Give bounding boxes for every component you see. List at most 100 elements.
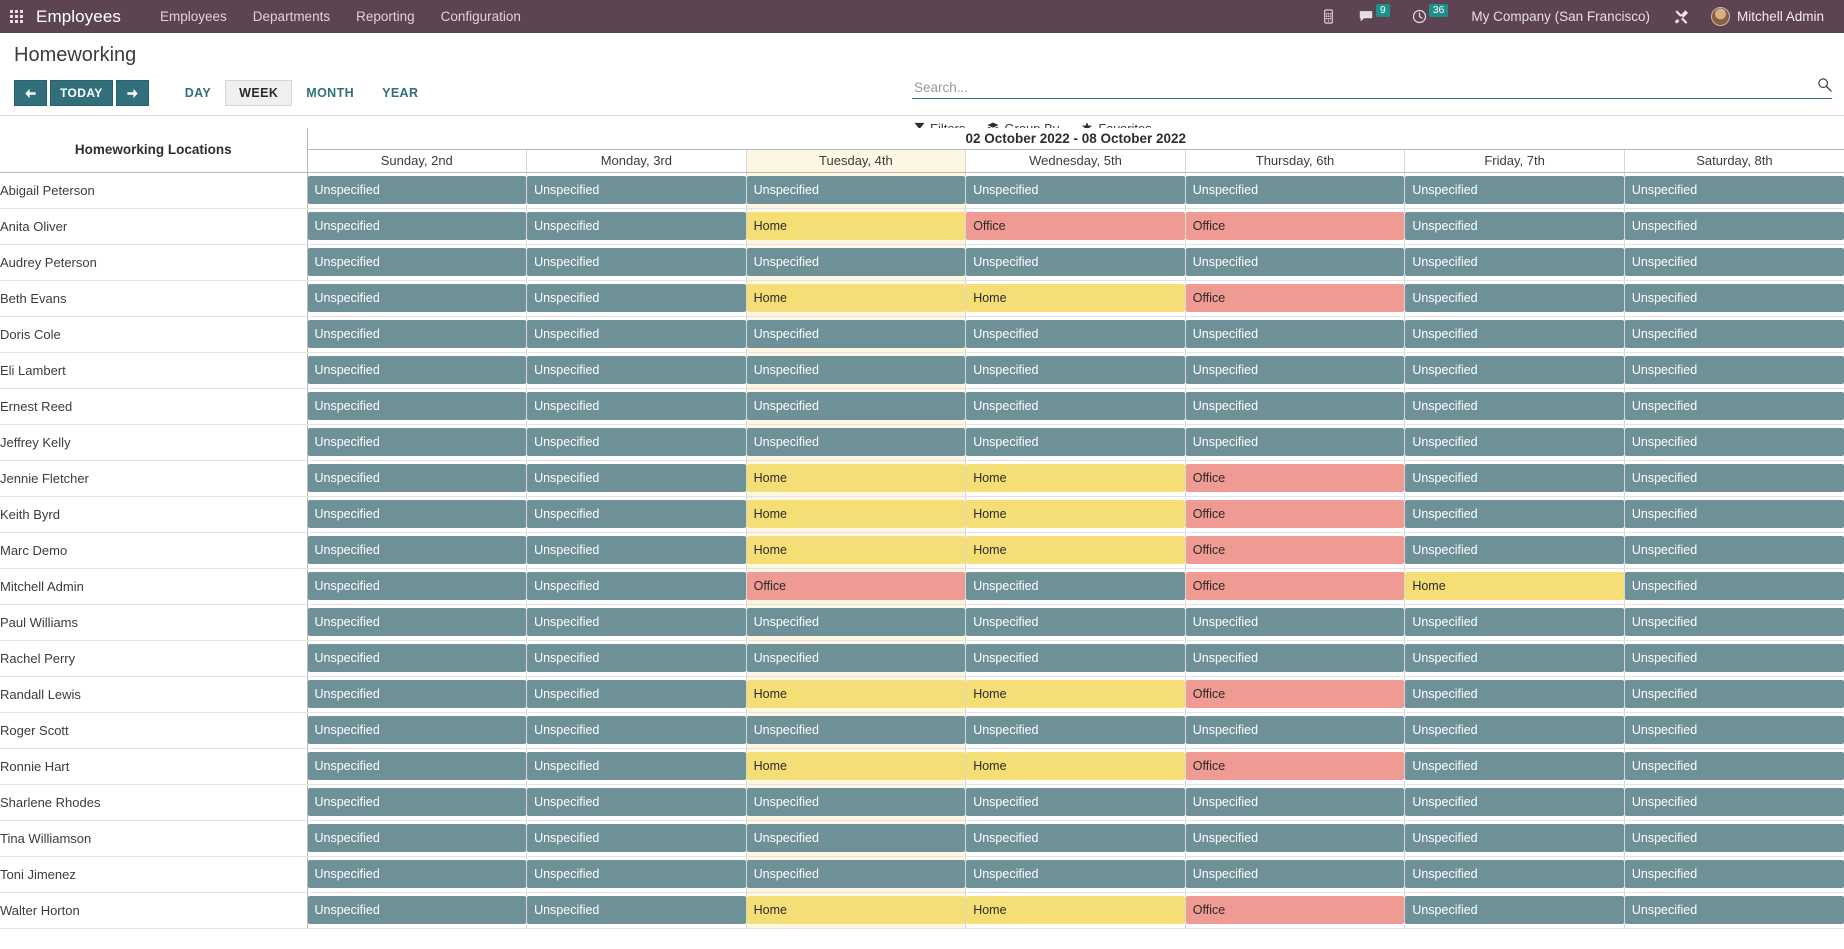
homeworking-pill[interactable]: Unspecified [527, 284, 746, 312]
gantt-slot[interactable]: Unspecified [527, 604, 747, 640]
gantt-slot[interactable]: Unspecified [1624, 676, 1844, 712]
homeworking-pill[interactable]: Unspecified [1625, 464, 1844, 492]
homeworking-pill[interactable]: Unspecified [1405, 356, 1624, 384]
gantt-slot[interactable]: Unspecified [966, 712, 1186, 748]
homeworking-pill[interactable]: Unspecified [1405, 608, 1624, 636]
homeworking-pill[interactable]: Unspecified [747, 644, 966, 672]
gantt-slot[interactable]: Unspecified [527, 568, 747, 604]
homeworking-pill[interactable]: Unspecified [1625, 608, 1844, 636]
gantt-slot[interactable]: Unspecified [1624, 316, 1844, 352]
homeworking-pill[interactable]: Unspecified [308, 860, 527, 888]
homeworking-pill[interactable]: Unspecified [1625, 860, 1844, 888]
homeworking-pill[interactable]: Unspecified [747, 248, 966, 276]
homeworking-pill[interactable]: Unspecified [966, 428, 1185, 456]
homeworking-pill[interactable]: Home [966, 680, 1185, 708]
homeworking-pill[interactable]: Unspecified [308, 824, 527, 852]
gantt-slot[interactable]: Unspecified [1405, 244, 1625, 280]
employee-name-cell[interactable]: Beth Evans [0, 280, 307, 316]
gantt-slot[interactable]: Unspecified [1624, 208, 1844, 244]
gantt-slot[interactable]: Unspecified [307, 316, 527, 352]
homeworking-pill[interactable]: Office [1186, 212, 1405, 240]
homeworking-pill[interactable]: Office [1186, 572, 1405, 600]
activities-clock-icon[interactable]: 36 [1401, 0, 1460, 33]
homeworking-pill[interactable]: Unspecified [527, 356, 746, 384]
homeworking-pill[interactable]: Unspecified [1625, 356, 1844, 384]
gantt-slot[interactable]: Unspecified [527, 820, 747, 856]
gantt-slot[interactable]: Unspecified [966, 568, 1186, 604]
homeworking-pill[interactable]: Unspecified [1186, 644, 1405, 672]
homeworking-pill[interactable]: Unspecified [527, 716, 746, 744]
gantt-slot[interactable]: Unspecified [1185, 172, 1405, 208]
gantt-slot[interactable]: Unspecified [1624, 388, 1844, 424]
gantt-slot[interactable]: Home [966, 460, 1186, 496]
gantt-slot[interactable]: Unspecified [966, 604, 1186, 640]
gantt-slot[interactable]: Unspecified [307, 640, 527, 676]
homeworking-pill[interactable]: Home [747, 752, 966, 780]
gantt-slot[interactable]: Unspecified [1405, 424, 1625, 460]
homeworking-pill[interactable]: Unspecified [527, 860, 746, 888]
homeworking-pill[interactable]: Home [747, 212, 966, 240]
gantt-slot[interactable]: Unspecified [307, 280, 527, 316]
homeworking-pill[interactable]: Unspecified [1186, 428, 1405, 456]
search-input[interactable] [912, 80, 1817, 98]
homeworking-pill[interactable]: Unspecified [1186, 320, 1405, 348]
employee-name-cell[interactable]: Rachel Perry [0, 640, 307, 676]
gantt-slot[interactable]: Unspecified [966, 352, 1186, 388]
homeworking-pill[interactable]: Unspecified [1405, 752, 1624, 780]
gantt-slot[interactable]: Office [1185, 568, 1405, 604]
gantt-slot[interactable]: Unspecified [527, 460, 747, 496]
homeworking-pill[interactable]: Unspecified [308, 320, 527, 348]
day-column-header[interactable]: Saturday, 8th [1624, 149, 1844, 172]
homeworking-pill[interactable]: Office [1186, 464, 1405, 492]
gantt-slot[interactable]: Unspecified [1624, 784, 1844, 820]
homeworking-pill[interactable]: Unspecified [308, 572, 527, 600]
gantt-slot[interactable]: Unspecified [527, 748, 747, 784]
homeworking-pill[interactable]: Unspecified [1405, 500, 1624, 528]
gantt-slot[interactable]: Unspecified [527, 856, 747, 892]
homeworking-pill[interactable]: Unspecified [527, 392, 746, 420]
gantt-slot[interactable]: Unspecified [746, 604, 966, 640]
homeworking-pill[interactable]: Unspecified [1625, 500, 1844, 528]
gantt-slot[interactable]: Unspecified [1405, 532, 1625, 568]
gantt-slot[interactable]: Unspecified [1405, 676, 1625, 712]
gantt-slot[interactable]: Home [746, 676, 966, 712]
gantt-slot[interactable]: Unspecified [1405, 208, 1625, 244]
gantt-slot[interactable]: Unspecified [307, 748, 527, 784]
homeworking-pill[interactable]: Unspecified [308, 248, 527, 276]
gantt-slot[interactable]: Unspecified [527, 532, 747, 568]
homeworking-pill[interactable]: Unspecified [966, 716, 1185, 744]
gantt-slot[interactable]: Unspecified [746, 244, 966, 280]
homeworking-pill[interactable]: Unspecified [747, 320, 966, 348]
employee-name-cell[interactable]: Toni Jimenez [0, 856, 307, 892]
homeworking-pill[interactable]: Unspecified [1405, 896, 1624, 924]
homeworking-pill[interactable]: Unspecified [1405, 428, 1624, 456]
gantt-slot[interactable]: Unspecified [746, 784, 966, 820]
homeworking-pill[interactable]: Unspecified [308, 752, 527, 780]
homeworking-pill[interactable]: Unspecified [308, 896, 527, 924]
homeworking-pill[interactable]: Unspecified [1405, 860, 1624, 888]
homeworking-pill[interactable]: Unspecified [747, 176, 966, 204]
gantt-slot[interactable]: Unspecified [746, 424, 966, 460]
homeworking-pill[interactable]: Office [1186, 500, 1405, 528]
gantt-slot[interactable]: Unspecified [307, 388, 527, 424]
employee-name-cell[interactable]: Mitchell Admin [0, 568, 307, 604]
homeworking-pill[interactable]: Home [1405, 572, 1624, 600]
gantt-slot[interactable]: Unspecified [1624, 856, 1844, 892]
gantt-slot[interactable]: Unspecified [1624, 568, 1844, 604]
homeworking-pill[interactable]: Unspecified [527, 176, 746, 204]
gantt-slot[interactable]: Unspecified [1405, 748, 1625, 784]
employee-name-cell[interactable]: Ernest Reed [0, 388, 307, 424]
gantt-slot[interactable]: Unspecified [1405, 352, 1625, 388]
gantt-slot[interactable]: Unspecified [307, 460, 527, 496]
homeworking-pill[interactable]: Unspecified [308, 788, 527, 816]
day-column-header[interactable]: Thursday, 6th [1185, 149, 1405, 172]
gantt-slot[interactable]: Unspecified [1405, 496, 1625, 532]
employee-name-cell[interactable]: Tina Williamson [0, 820, 307, 856]
gantt-slot[interactable]: Unspecified [1405, 388, 1625, 424]
homeworking-pill[interactable]: Unspecified [1405, 176, 1624, 204]
homeworking-pill[interactable]: Office [1186, 896, 1405, 924]
gantt-slot[interactable]: Home [966, 748, 1186, 784]
homeworking-pill[interactable]: Unspecified [1405, 788, 1624, 816]
gantt-slot[interactable]: Unspecified [1185, 712, 1405, 748]
employee-name-cell[interactable]: Doris Cole [0, 316, 307, 352]
